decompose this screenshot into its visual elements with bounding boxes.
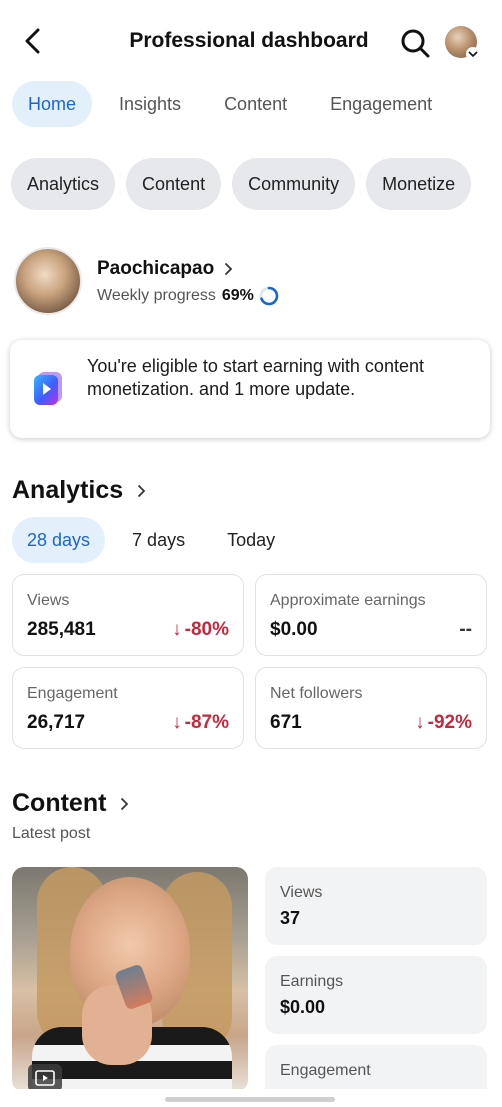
chip-label: Content [142, 173, 206, 194]
metric-delta-value: -87% [184, 712, 229, 733]
metric-card-net-followers[interactable]: Net followers 671 ↓ -92% [255, 667, 487, 749]
metric-delta-value: -80% [184, 619, 229, 640]
tab-label: Insights [119, 93, 182, 114]
profile-name[interactable]: Paochicapao [97, 258, 233, 280]
chevron-right-icon [138, 484, 146, 497]
chip-label: Community [248, 173, 340, 194]
stat-label: Engagement [280, 1062, 371, 1079]
metric-card-views[interactable]: Views 285,481 ↓ -80% [12, 574, 244, 656]
chevron-right-icon [225, 262, 233, 276]
latest-post-thumbnail[interactable] [12, 867, 248, 1092]
metric-delta: ↓ -87% [172, 712, 229, 734]
metric-card-earnings[interactable]: Approximate earnings $0.00 -- [255, 574, 487, 656]
profile-name-text: Paochicapao [97, 258, 215, 279]
stat-label: Earnings [280, 973, 344, 990]
metric-delta: ↓ -80% [172, 619, 229, 641]
chip-monetize[interactable]: Monetize [366, 158, 472, 210]
tab-label: Home [28, 93, 77, 114]
weekly-progress-label: Weekly progress [97, 287, 216, 304]
metric-value: 671 [270, 712, 302, 733]
stat-label: Views [280, 884, 323, 901]
metric-delta: ↓ -92% [415, 712, 472, 734]
range-label: Today [227, 529, 276, 550]
metric-label: Approximate earnings [270, 592, 426, 609]
chip-label: Monetize [382, 173, 456, 194]
metric-card-engagement[interactable]: Engagement 26,717 ↓ -87% [12, 667, 244, 749]
filter-chips: Analytics Content Community Monetize [11, 158, 482, 210]
search-button[interactable] [398, 26, 432, 60]
chevron-down-icon [466, 47, 480, 61]
metric-delta-value: -92% [427, 712, 472, 733]
progress-ring-icon [259, 286, 279, 306]
search-icon [401, 29, 430, 58]
metric-delta: -- [459, 619, 472, 641]
profile-summary[interactable]: Paochicapao Weekly progress 69% [14, 247, 494, 315]
section-title: Analytics [12, 476, 124, 504]
latest-post-label: Latest post [12, 825, 91, 842]
arrow-down-icon: ↓ [172, 619, 182, 640]
content-heading[interactable]: Content [12, 789, 129, 818]
tab-content[interactable]: Content [208, 81, 303, 127]
chip-community[interactable]: Community [232, 158, 356, 210]
weekly-progress: Weekly progress 69% [97, 285, 280, 307]
monetization-notice[interactable]: You're eligible to start earning with co… [10, 340, 490, 438]
metric-value: 26,717 [27, 712, 86, 733]
video-icon [28, 1064, 62, 1092]
chevron-right-icon [121, 797, 129, 810]
tab-home[interactable]: Home [12, 81, 93, 127]
date-range-tabs: 28 days 7 days Today [12, 517, 302, 563]
tab-label: Content [224, 93, 288, 114]
content-monetization-icon [32, 370, 64, 406]
main-tabs: Home Insights Content Engagement [12, 81, 459, 127]
chip-label: Analytics [27, 173, 100, 194]
metric-label: Engagement [27, 685, 118, 702]
home-indicator[interactable] [165, 1097, 335, 1102]
tab-insights[interactable]: Insights [103, 81, 197, 127]
avatar [14, 247, 82, 315]
post-stat-earnings[interactable]: Earnings $0.00 [265, 956, 487, 1034]
metric-label: Views [27, 592, 70, 609]
stat-value: $0.00 [280, 997, 326, 1017]
range-today[interactable]: Today [212, 517, 290, 563]
range-label: 28 days [27, 529, 91, 550]
analytics-heading[interactable]: Analytics [12, 476, 146, 505]
arrow-down-icon: ↓ [172, 712, 182, 733]
range-label: 7 days [132, 529, 186, 550]
top-bar: Professional dashboard [0, 0, 502, 84]
section-title: Content [12, 789, 107, 817]
range-28-days[interactable]: 28 days [12, 517, 106, 563]
post-stat-views[interactable]: Views 37 [265, 867, 487, 945]
account-avatar[interactable] [445, 26, 480, 61]
arrow-down-icon: ↓ [415, 712, 425, 733]
range-7-days[interactable]: 7 days [117, 517, 200, 563]
stat-value: 37 [280, 908, 301, 928]
chip-content[interactable]: Content [126, 158, 222, 210]
metric-value: 285,481 [27, 619, 96, 640]
chip-analytics[interactable]: Analytics [11, 158, 116, 210]
metric-label: Net followers [270, 685, 363, 702]
weekly-progress-value: 69% [221, 287, 254, 304]
tab-label: Engagement [330, 93, 433, 114]
metric-value: $0.00 [270, 619, 318, 640]
notice-text: You're eligible to start earning with co… [87, 356, 424, 399]
tab-engagement[interactable]: Engagement [314, 81, 448, 127]
page-title-text: Professional dashboard [129, 29, 369, 52]
metric-delta-value: -- [459, 619, 472, 640]
